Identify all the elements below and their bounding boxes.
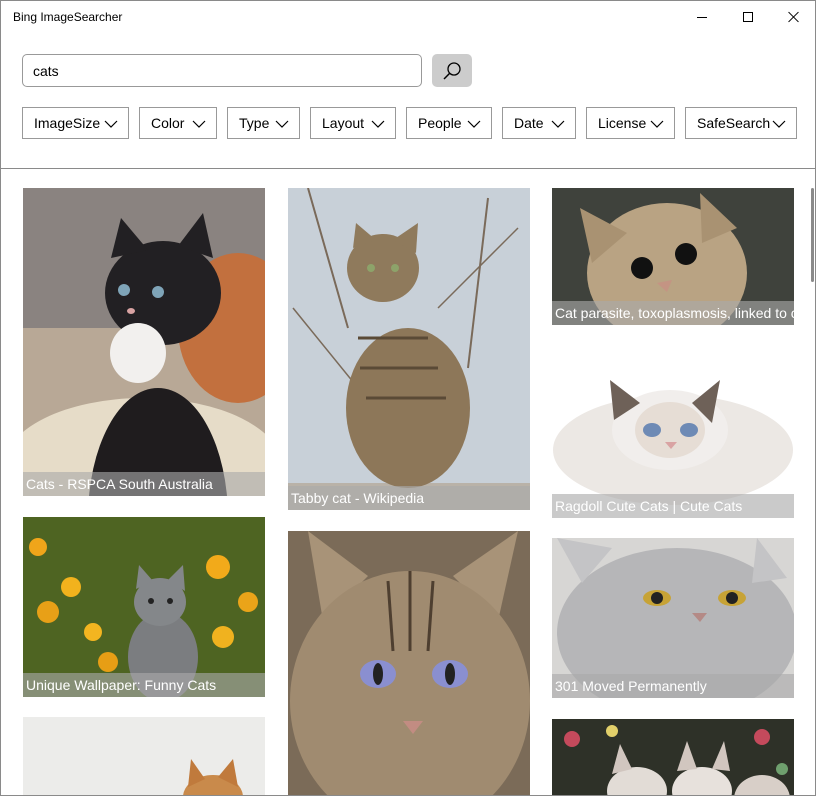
image-result-tile[interactable]: Ragdoll Cute Cats | Cute Cats [552,345,794,518]
minimize-button[interactable] [679,1,725,33]
filter-date[interactable]: Date [502,107,576,139]
image-caption: Unique Wallpaper: Funny Cats [23,673,265,697]
search-icon [443,61,461,80]
chevron-down-icon [551,120,565,128]
image-result-tile[interactable] [288,531,530,795]
close-button[interactable] [771,1,815,33]
image-caption: Cats - RSPCA South Australia [23,472,265,496]
chevron-down-icon [650,120,664,128]
sitting-tabby-cat-image [288,188,530,510]
filter-imagesize[interactable]: ImageSize [22,107,129,139]
filter-label: SafeSearch [697,115,771,131]
image-result-tile[interactable]: 301 Moved Permanently [552,538,794,698]
filter-people[interactable]: People [406,107,492,139]
filter-label: Type [239,115,270,131]
filter-safesearch[interactable]: SafeSearch [685,107,797,139]
filter-label: License [598,115,647,131]
window-title: Bing ImageSearcher [13,10,123,24]
image-result-tile[interactable] [23,717,265,795]
ragdoll-kitten-image [552,345,794,518]
chevron-down-icon [772,120,786,128]
close-icon [788,11,800,23]
filter-type[interactable]: Type [227,107,300,139]
chevron-down-icon [371,120,385,128]
tabby-cat-face-image [288,531,530,795]
image-result-tile[interactable]: Cat parasite, toxoplasmosis, linked to c [552,188,794,325]
kittens-floral-image [552,719,794,795]
app-window: Bing ImageSearcher cats ImageSize Color … [0,0,816,796]
filter-license[interactable]: License [586,107,675,139]
filter-label: People [418,115,462,131]
maximize-button[interactable] [725,1,771,33]
filter-layout[interactable]: Layout [310,107,396,139]
black-white-kitten-image [23,188,265,496]
image-result-tile[interactable]: Tabby cat - Wikipedia [288,188,530,510]
grey-kitten-flowers-image [23,517,265,697]
filter-label: ImageSize [34,115,101,131]
image-caption: Cat parasite, toxoplasmosis, linked to c [552,301,794,325]
image-result-tile[interactable]: Cats - RSPCA South Australia [23,188,265,496]
filter-color[interactable]: Color [139,107,217,139]
filter-label: Layout [322,115,365,131]
image-result-tile[interactable] [552,719,794,795]
title-bar: Bing ImageSearcher [1,1,815,35]
chevron-down-icon [192,120,206,128]
search-input[interactable]: cats [22,54,422,87]
chevron-down-icon [275,120,289,128]
chevron-down-icon [104,120,118,128]
filter-label: Color [151,115,185,131]
image-result-tile[interactable]: Unique Wallpaper: Funny Cats [23,517,265,697]
image-caption: Ragdoll Cute Cats | Cute Cats [552,494,794,518]
vertical-scrollbar[interactable] [811,188,814,282]
header-divider [1,168,815,169]
search-button[interactable] [432,54,472,87]
maximize-icon [743,12,753,22]
orange-kitten-image [23,717,265,795]
filter-label: Date [514,115,544,131]
image-caption: Tabby cat - Wikipedia [288,486,530,510]
chevron-down-icon [467,120,481,128]
image-caption: 301 Moved Permanently [552,674,794,698]
minimize-icon [697,16,707,18]
